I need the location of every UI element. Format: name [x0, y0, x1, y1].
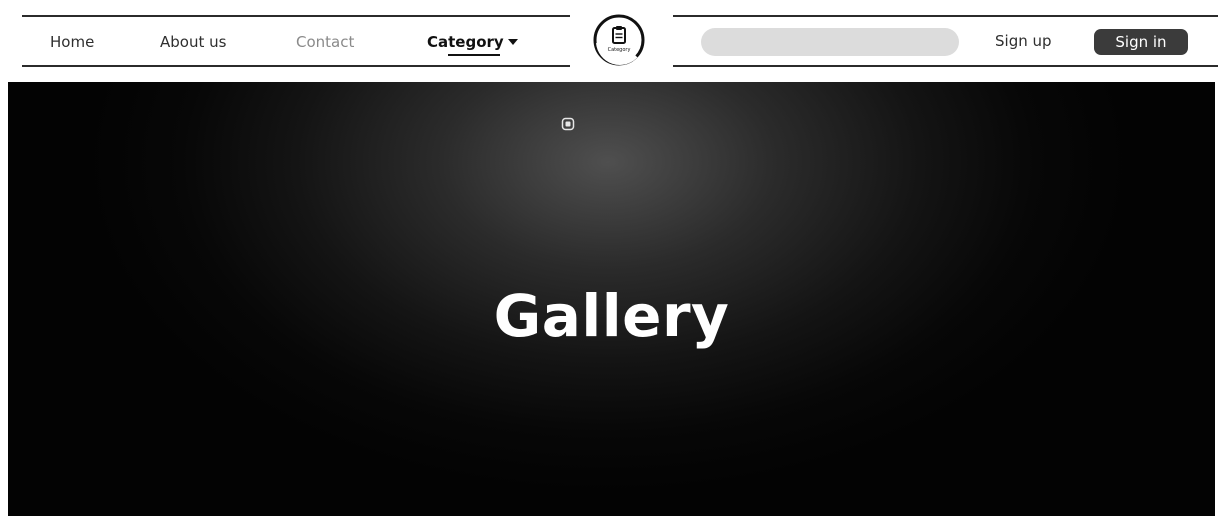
header-left-top-line	[22, 15, 570, 17]
search-input[interactable]	[701, 28, 959, 56]
logo-text: Category	[608, 47, 631, 53]
nav-about-link[interactable]: About us	[160, 33, 226, 51]
nav-category-label: Category	[427, 33, 504, 51]
signup-link[interactable]: Sign up	[995, 32, 1052, 50]
nav-category-dropdown[interactable]: Category	[427, 33, 518, 51]
hero-title: Gallery	[493, 281, 730, 350]
header-left-bottom-line	[22, 65, 570, 67]
header-right-bottom-line	[673, 65, 1218, 67]
nav-contact-link[interactable]: Contact	[296, 33, 354, 51]
square-target-icon	[561, 117, 575, 131]
caret-down-icon	[507, 39, 518, 45]
category-active-underline	[448, 54, 500, 56]
nav-home-link[interactable]: Home	[50, 33, 94, 51]
signin-button[interactable]: Sign in	[1094, 29, 1188, 55]
header-right-top-line	[673, 15, 1218, 17]
site-logo[interactable]: Category	[592, 13, 646, 67]
clipboard-logo-icon: Category	[593, 14, 645, 66]
site-header: Home About us Contact Category Category …	[0, 0, 1223, 80]
hero-banner: Gallery	[8, 82, 1215, 516]
